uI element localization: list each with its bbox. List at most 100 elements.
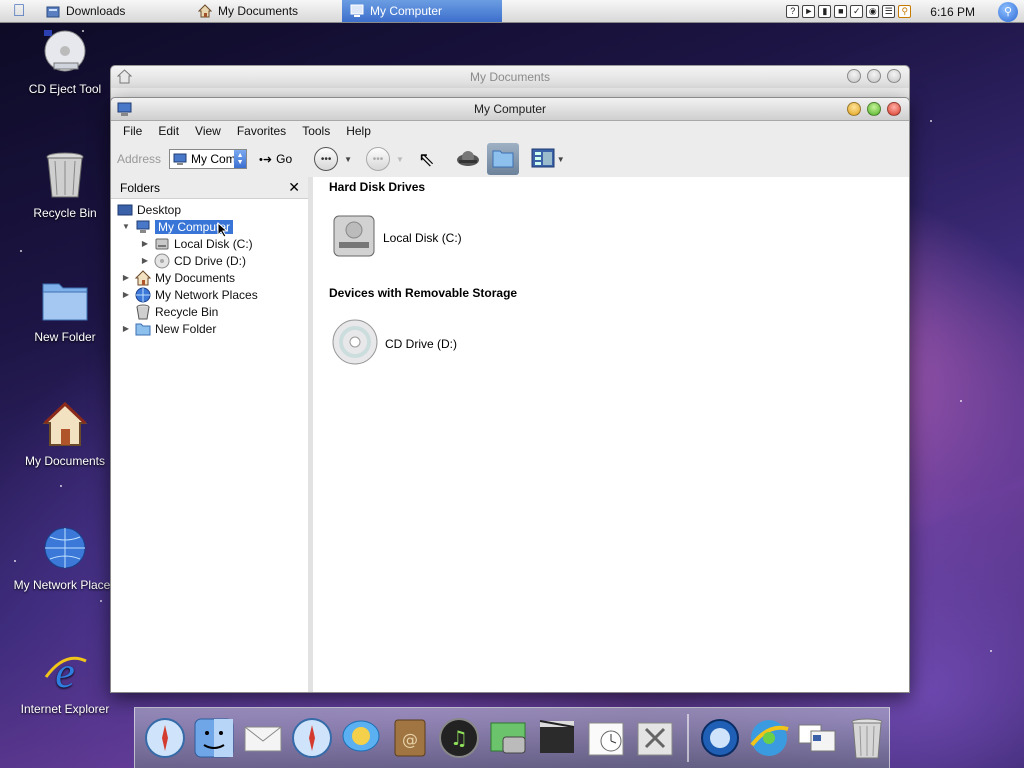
imovie-icon[interactable] [536, 716, 579, 760]
expand-arrow-icon[interactable]: ▶ [140, 239, 150, 248]
itunes-icon[interactable]: ♫ [437, 716, 480, 760]
tree-item-new-folder[interactable]: ▶ New Folder [111, 320, 308, 337]
desktop-icon-internet-explorer[interactable]: e Internet Explorer [10, 646, 120, 716]
tree-item-desktop[interactable]: Desktop [111, 201, 308, 218]
tree-item-my-network-places[interactable]: ▶ My Network Places [111, 286, 308, 303]
search-icon [455, 146, 481, 173]
go-arrow-icon: •➜ [259, 153, 273, 166]
globe-icon [135, 287, 151, 302]
maximize-button[interactable] [867, 69, 881, 83]
forward-dropdown-icon[interactable]: ▼ [396, 155, 404, 164]
close-button[interactable] [887, 102, 901, 116]
bluetooth-icon[interactable]: ✓ [850, 5, 864, 18]
system-preferences-icon[interactable] [634, 716, 677, 760]
safari-icon[interactable] [143, 716, 186, 760]
network-icon[interactable]: ■ [834, 5, 848, 18]
minimize-button[interactable] [847, 69, 861, 83]
ichat-icon[interactable] [339, 716, 382, 760]
flag-icon[interactable]: ☰ [882, 5, 896, 18]
speaker-icon[interactable]: ► [802, 5, 816, 18]
up-button[interactable]: ⇖ [418, 146, 435, 172]
collapse-arrow-icon[interactable]: ▼ [121, 222, 131, 231]
home-icon [39, 398, 91, 450]
address-field[interactable]: My Com ▲ ▼ [169, 149, 248, 169]
desktop-icon-my-documents[interactable]: My Documents [10, 398, 120, 468]
ie-icon: e [39, 646, 91, 698]
folders-toggle-button[interactable] [486, 143, 519, 175]
dock: @ ♫ [134, 707, 890, 768]
task-downloads[interactable]: Downloads [38, 0, 190, 22]
finder-icon[interactable] [192, 716, 235, 760]
window-titlebar[interactable]: My Computer [111, 98, 909, 121]
task-my-documents[interactable]: My Documents [190, 0, 342, 22]
search-tray-icon[interactable]: ⚲ [898, 5, 912, 18]
drive-item-local-disk[interactable]: Local Disk (C:) [331, 212, 909, 263]
back-button[interactable]: ••• [314, 146, 339, 172]
close-icon[interactable]: ✕ [288, 179, 300, 196]
tree-item-label: My Network Places [155, 287, 258, 302]
window-manager-icon[interactable] [797, 716, 840, 760]
ical-icon[interactable] [585, 716, 628, 760]
forward-button[interactable]: ••• [366, 146, 391, 172]
views-dropdown-icon: ▼ [556, 154, 565, 164]
computer-icon [350, 4, 364, 18]
spotlight-icon[interactable]: ⚲ [998, 1, 1018, 22]
close-button[interactable] [887, 69, 901, 83]
menu-edit[interactable]: Edit [150, 124, 187, 138]
tree-item-local-disk[interactable]: ▶ Local Disk (C:) [111, 235, 308, 252]
apple-menu-icon[interactable]:  [0, 0, 38, 23]
help-icon[interactable]: ? [786, 5, 800, 18]
battery-icon[interactable]: ▮ [818, 5, 832, 18]
menu-help[interactable]: Help [338, 124, 379, 138]
up-arrow-icon: ⇖ [417, 148, 435, 171]
tree-item-my-computer[interactable]: ▼ My Computer [111, 218, 308, 235]
desktop-icon-new-folder[interactable]: New Folder [10, 274, 120, 344]
cd-drive-icon [154, 253, 170, 268]
internet-explorer-icon[interactable] [748, 716, 791, 760]
folders-pane-header: Folders ✕ [111, 177, 308, 199]
system-tray: ? ► ▮ ■ ✓ ◉ ☰ ⚲ 6:16 PM ⚲ [786, 0, 1024, 23]
trash-icon[interactable] [846, 716, 889, 760]
desktop-icon-my-network-places[interactable]: My Network Places [10, 522, 120, 592]
task-my-computer[interactable]: My Computer [342, 0, 502, 22]
desktop-icon-cd-eject[interactable]: CD Eject Tool [10, 26, 120, 96]
address-book-icon[interactable]: @ [388, 716, 431, 760]
desktop-icon-label: CD Eject Tool [28, 82, 102, 96]
address-value: My Com [191, 152, 236, 166]
search-button[interactable] [455, 146, 481, 172]
menu-tools[interactable]: Tools [294, 124, 338, 138]
desktop-icon-label: My Network Places [13, 578, 117, 592]
desktop-icon-recycle-bin[interactable]: Recycle Bin [10, 150, 120, 220]
expand-arrow-icon[interactable]: ▶ [140, 256, 150, 265]
mail-icon[interactable] [241, 716, 284, 760]
views-button[interactable]: ▼ [531, 146, 565, 172]
toolbar: Address My Com ▲ ▼ •➜ Go ••• ▼ ••• ▼ ⇖ ▼ [111, 141, 909, 177]
explorer-body: Folders ✕ Desktop ▼ My Computer ▶ Local … [111, 177, 909, 692]
maximize-button[interactable] [867, 102, 881, 116]
menu-favorites[interactable]: Favorites [229, 124, 294, 138]
expand-arrow-icon[interactable]: ▶ [121, 273, 131, 282]
back-icon: ••• [314, 147, 339, 171]
window-titlebar[interactable]: My Documents [111, 66, 909, 88]
drive-item-cd-drive[interactable]: CD Drive (D:) [331, 318, 909, 369]
tree-item-my-documents[interactable]: ▶ My Documents [111, 269, 308, 286]
expand-arrow-icon[interactable]: ▶ [121, 324, 131, 333]
expand-arrow-icon[interactable]: ▶ [121, 290, 131, 299]
back-dropdown-icon[interactable]: ▼ [344, 155, 352, 164]
address-label: Address [117, 152, 162, 166]
iphoto-icon[interactable] [486, 716, 529, 760]
keyboard-icon[interactable]: ◉ [866, 5, 880, 18]
window-my-computer[interactable]: My Computer File Edit View Favorites Too… [110, 97, 910, 693]
address-dropdown-icon[interactable]: ▲ ▼ [234, 150, 247, 168]
tree-item-recycle-bin[interactable]: Recycle Bin [111, 303, 308, 320]
safari-icon[interactable] [290, 716, 333, 760]
minimize-button[interactable] [847, 102, 861, 116]
hard-disk-icon [331, 212, 377, 263]
quicktime-icon[interactable] [699, 716, 742, 760]
task-label: My Computer [370, 4, 443, 18]
tree-item-cd-drive[interactable]: ▶ CD Drive (D:) [111, 252, 308, 269]
go-button[interactable]: •➜ Go [259, 146, 292, 172]
menu-view[interactable]: View [187, 124, 229, 138]
window-title: My Computer [473, 102, 547, 116]
menu-file[interactable]: File [115, 124, 150, 138]
